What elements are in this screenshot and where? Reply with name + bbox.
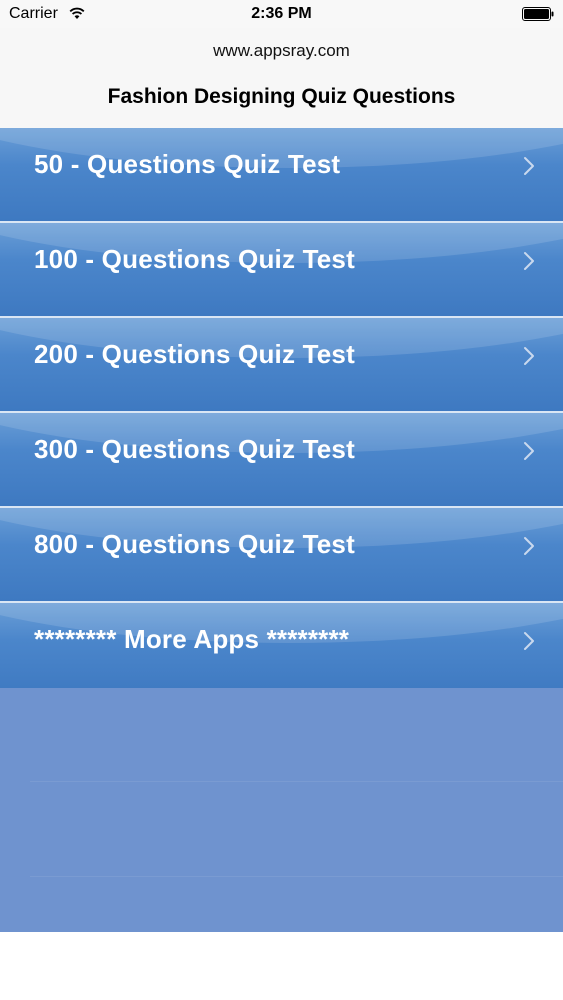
list-item-label: 200 - Questions Quiz Test	[34, 339, 355, 369]
list-item-label: ******** More Apps ********	[34, 624, 350, 654]
list-item-200-questions[interactable]: 200 - Questions Quiz Test	[0, 318, 563, 413]
list-item-label: 100 - Questions Quiz Test	[34, 244, 355, 274]
list-item-100-questions[interactable]: 100 - Questions Quiz Test	[0, 223, 563, 318]
empty-row-separator	[30, 781, 563, 782]
list-item-label: 800 - Questions Quiz Test	[34, 529, 355, 559]
status-bar: Carrier 2:36 PM	[0, 0, 563, 28]
chevron-right-icon	[524, 537, 534, 555]
chevron-right-icon	[524, 157, 534, 175]
list-item-more-apps[interactable]: ******** More Apps ********	[0, 603, 563, 698]
status-time: 2:36 PM	[251, 5, 312, 22]
chevron-right-icon	[524, 252, 534, 270]
list-item-300-questions[interactable]: 300 - Questions Quiz Test	[0, 413, 563, 508]
battery-icon	[522, 7, 554, 21]
list-item-label: 300 - Questions Quiz Test	[34, 434, 355, 464]
chevron-right-icon	[524, 442, 534, 460]
quiz-list: 50 - Questions Quiz Test 100 - Questions…	[0, 128, 563, 932]
list-item-label: 50 - Questions Quiz Test	[34, 149, 341, 179]
list-item-800-questions[interactable]: 800 - Questions Quiz Test	[0, 508, 563, 603]
navigation-header: www.appsray.com Fashion Designing Quiz Q…	[0, 28, 563, 128]
list-item-50-questions[interactable]: 50 - Questions Quiz Test	[0, 128, 563, 223]
page-title: Fashion Designing Quiz Questions	[107, 85, 456, 108]
chevron-right-icon	[524, 632, 534, 650]
chevron-right-icon	[524, 347, 534, 365]
website-link[interactable]: www.appsray.com	[0, 41, 563, 61]
empty-row-separator	[30, 876, 563, 877]
empty-list-area	[0, 688, 563, 932]
bottom-area	[0, 932, 563, 1000]
